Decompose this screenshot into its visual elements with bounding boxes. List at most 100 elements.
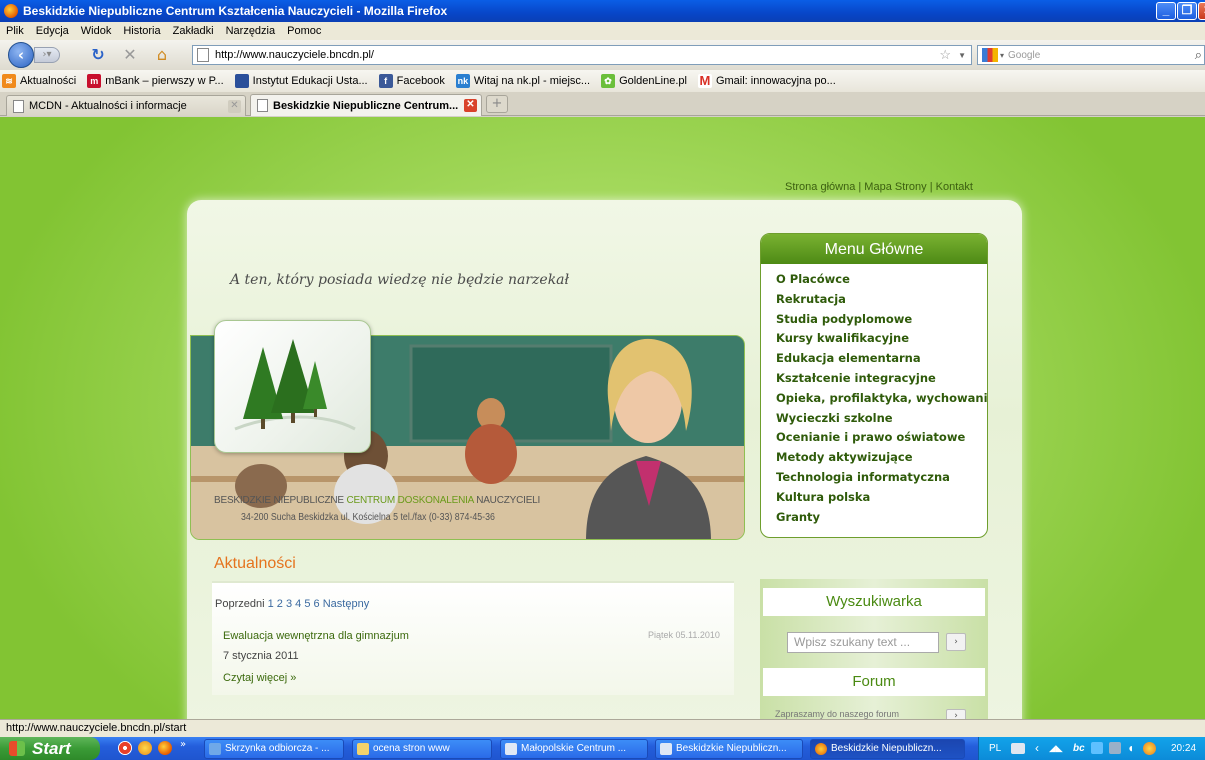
menu-item-ksztalcenie-integracyjne[interactable]: Kształcenie integracyjne (776, 369, 987, 389)
bookmark-item[interactable]: nk Witaj na nk.pl - miejsc... (455, 74, 590, 88)
news-item-date: Piątek 05.11.2010 (648, 630, 720, 640)
menu-item-o-placowce[interactable]: O Placówce (776, 270, 987, 290)
url-bar[interactable]: http://www.nauczyciele.bncdn.pl/ ☆ ▼ (192, 45, 972, 65)
keyboard-icon[interactable] (1011, 743, 1025, 754)
menu-item-ocenianie[interactable]: Ocenianie i prawo oświatowe (776, 428, 987, 448)
menu-item-studia-podyplomowe[interactable]: Studia podyplomowe (776, 310, 987, 330)
maximize-button[interactable]: ❐ (1177, 2, 1197, 20)
bookmark-item[interactable]: ≋ Aktualności (2, 74, 76, 88)
taskbar-button-active[interactable]: Beskidzkie Niepubliczn... (810, 739, 965, 759)
quicklaunch-opera-icon[interactable] (118, 741, 132, 755)
bookmark-item[interactable]: ✿ GoldenLine.pl (601, 74, 687, 88)
language-indicator[interactable]: PL (989, 737, 1001, 760)
firefox-icon (4, 4, 18, 18)
tray-app-icon[interactable]: bc (1073, 737, 1085, 760)
taskbar-button[interactable]: Beskidzkie Niepubliczn... (655, 739, 803, 759)
forum-button[interactable]: › (946, 709, 966, 719)
stop-icon[interactable]: ✕ (120, 46, 140, 64)
menu-bar: Plik Edycja Widok Historia Zakładki Narz… (0, 22, 1205, 40)
network-icon[interactable]: ‹ (1035, 737, 1039, 760)
windows-logo-icon (9, 741, 25, 756)
menu-item-kursy-kwalifikacyjne[interactable]: Kursy kwalifikacyjne (776, 329, 987, 349)
tab-close-icon[interactable]: ✕ (228, 100, 241, 113)
close-button[interactable]: ✕ (1198, 2, 1205, 20)
read-more-link[interactable]: Czytaj więcej » (223, 672, 296, 684)
menu-item-rekrutacja[interactable]: Rekrutacja (776, 290, 987, 310)
tab-beskidzkie[interactable]: Beskidzkie Niepubliczne Centrum... ✕ (250, 94, 482, 116)
magnifier-icon[interactable]: ⌕ (1195, 47, 1202, 63)
menu-widok[interactable]: Widok (81, 25, 112, 37)
tab-close-icon[interactable]: ✕ (464, 99, 477, 112)
bookmark-item[interactable]: m mBank – pierwszy w P... (87, 74, 224, 88)
top-links[interactable]: Strona główna | Mapa Strony | Kontakt (785, 181, 973, 193)
news-section-title: Aktualności (214, 555, 296, 572)
quicklaunch-expand-icon[interactable]: » (180, 739, 186, 750)
menu-narzedzia[interactable]: Narzędzia (226, 25, 276, 37)
bookmark-item[interactable]: M Gmail: innowacyjna po... (697, 74, 836, 88)
org-address: 34-200 Sucha Beskidzka ul. Kościelna 5 t… (241, 512, 495, 523)
google-icon[interactable] (982, 48, 998, 62)
bookmark-star-icon[interactable]: ☆ (939, 47, 951, 63)
search-bar[interactable]: ▾ Google ⌕ (977, 45, 1205, 65)
start-button[interactable]: Start (0, 737, 100, 760)
back-button[interactable]: ‹ (8, 42, 34, 68)
windows-taskbar: Start » Skrzynka odbiorcza - ... ocena s… (0, 737, 1205, 760)
menu-item-kultura-polska[interactable]: Kultura polska (776, 488, 987, 508)
menu-historia[interactable]: Historia (123, 25, 160, 37)
quicklaunch-chrome-icon[interactable] (138, 741, 152, 755)
tray-update-icon[interactable] (1143, 742, 1156, 755)
goldenline-icon: ✿ (601, 74, 616, 88)
pager-page[interactable]: 1 (268, 598, 274, 610)
taskbar-button[interactable]: ocena stron www (352, 739, 492, 759)
clock: 20:24 (1171, 743, 1197, 754)
site-search-button[interactable]: › (946, 633, 966, 651)
menu-edycja[interactable]: Edycja (36, 25, 69, 37)
news-item-title[interactable]: Ewaluacja wewnętrzna dla gimnazjum (223, 630, 409, 642)
signal-icon[interactable]: ◢◣ (1049, 737, 1063, 760)
taskbar-button[interactable]: Skrzynka odbiorcza - ... (204, 739, 344, 759)
quicklaunch-firefox-icon[interactable] (158, 741, 172, 755)
tray-monitor-icon[interactable] (1091, 742, 1103, 754)
menu-item-granty[interactable]: Granty (776, 508, 987, 528)
tray-window-icon[interactable] (1109, 742, 1121, 754)
new-tab-button[interactable]: + (486, 95, 508, 113)
menu-item-opieka[interactable]: Opieka, profilaktyka, wychowanie (776, 389, 987, 409)
pager-next[interactable]: Następny (323, 598, 369, 610)
pager-page[interactable]: 4 (295, 598, 301, 610)
window-title-bar[interactable]: Beskidzkie Niepubliczne Centrum Kształce… (0, 0, 1205, 22)
pager-page[interactable]: 6 (314, 598, 320, 610)
tab-mcdn[interactable]: MCDN - Aktualności i informacje ✕ (6, 95, 246, 116)
tray-speaker-icon[interactable]: ◖ (1127, 737, 1134, 760)
search-engine-dropdown-icon[interactable]: ▾ (1000, 51, 1004, 60)
menu-zakladki[interactable]: Zakładki (173, 25, 214, 37)
search-widget-title: Wyszukiwarka (763, 588, 985, 616)
pager-prev[interactable]: Poprzedni (215, 598, 265, 610)
menu-pomoc[interactable]: Pomoc (287, 25, 321, 37)
minimize-button[interactable]: _ (1156, 2, 1176, 20)
firefox-icon (815, 743, 827, 755)
navigation-toolbar: ‹ ›▾ ↻ ✕ ⌂ http://www.nauczyciele.bncdn.… (0, 40, 1205, 70)
menu-item-metody-aktywizujace[interactable]: Metody aktywizujące (776, 448, 987, 468)
forward-button[interactable]: ›▾ (34, 47, 60, 63)
page-icon (257, 99, 268, 112)
page-icon (234, 74, 249, 88)
reload-icon[interactable]: ↻ (88, 46, 108, 64)
word-document-icon (505, 743, 517, 755)
logo-box (214, 320, 371, 453)
news-pager: Poprzedni 1 2 3 4 5 6 Następny (215, 598, 369, 610)
bookmark-item[interactable]: f Facebook (378, 74, 445, 88)
taskbar-button[interactable]: Małopolskie Centrum ... (500, 739, 648, 759)
home-icon[interactable]: ⌂ (152, 46, 172, 64)
mbank-icon: m (87, 74, 102, 88)
menu-item-wycieczki-szkolne[interactable]: Wycieczki szkolne (776, 409, 987, 429)
bookmark-item[interactable]: Instytut Edukacji Usta... (234, 74, 368, 88)
pager-page[interactable]: 5 (304, 598, 310, 610)
url-dropdown-icon[interactable]: ▼ (958, 51, 966, 60)
menu-item-edukacja-elementarna[interactable]: Edukacja elementarna (776, 349, 987, 369)
site-search-input[interactable]: Wpisz szukany text ... (787, 632, 939, 653)
pager-page[interactable]: 2 (277, 598, 283, 610)
menu-plik[interactable]: Plik (6, 25, 24, 37)
pager-page[interactable]: 3 (286, 598, 292, 610)
main-menu: Menu Główne O Placówce Rekrutacja Studia… (760, 233, 988, 538)
menu-item-technologia-informatyczna[interactable]: Technologia informatyczna (776, 468, 987, 488)
